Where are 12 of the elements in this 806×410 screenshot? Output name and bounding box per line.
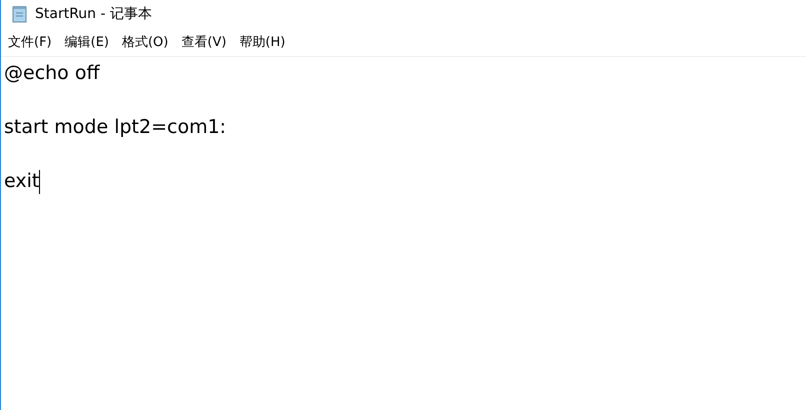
code-line: @echo off [4,61,100,86]
menu-item[interactable]: 格式(O) [122,33,168,51]
text-editor[interactable]: @echo off start mode lpt2=com1: exit [1,57,806,410]
code-line: start mode lpt2=com1: [4,115,226,140]
code-line: exit [4,169,40,194]
menu-item[interactable]: 编辑(E) [64,33,109,51]
window-title: StartRun - 记事本 [35,5,152,23]
menu-item[interactable]: 查看(V) [181,33,226,51]
menu-item[interactable]: 帮助(H) [239,33,286,51]
menu-item[interactable]: 文件(F) [8,33,52,51]
notepad-icon [11,5,29,23]
text-cursor [39,170,40,194]
